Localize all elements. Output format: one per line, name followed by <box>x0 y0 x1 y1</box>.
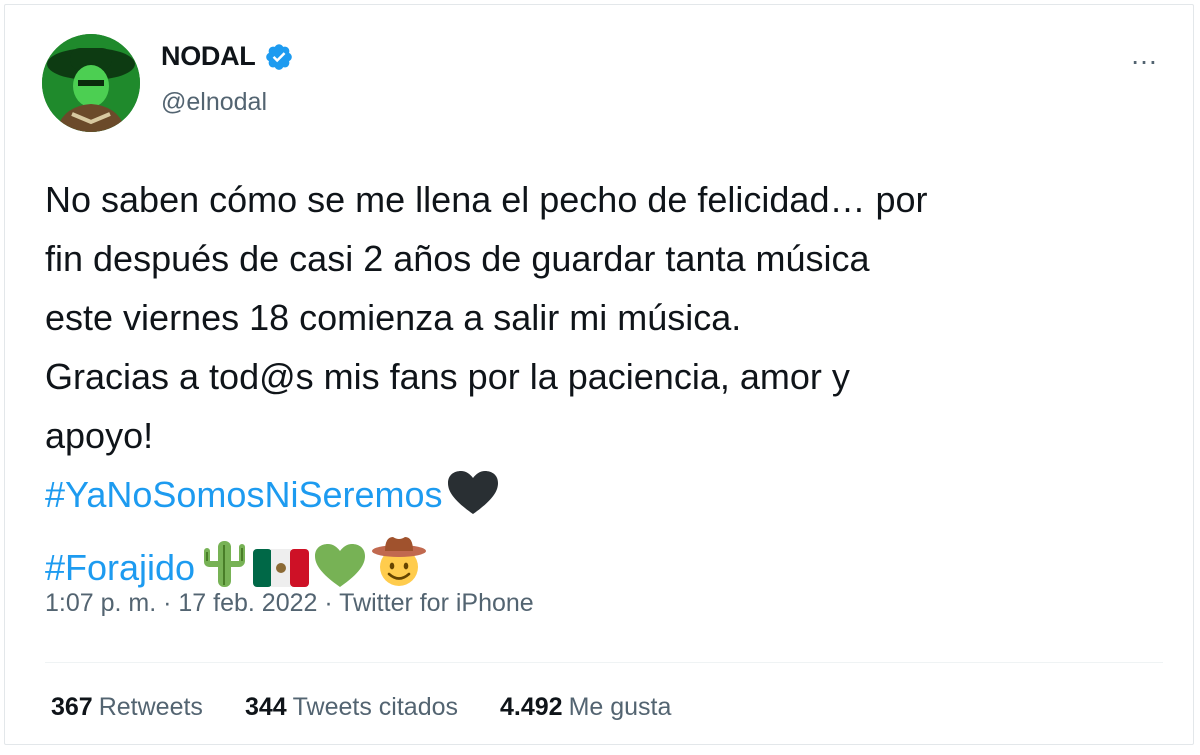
name-row: NODAL <box>161 41 294 72</box>
quote-tweets-count: 344 <box>244 693 287 721</box>
more-options-icon[interactable]: … <box>1130 41 1159 69</box>
user-handle[interactable]: @elnodal <box>161 88 267 117</box>
meta-separator: · <box>156 589 179 617</box>
display-name[interactable]: NODAL <box>161 41 256 72</box>
tweet-line: este viernes 18 comienza a salir mi músi… <box>45 297 742 338</box>
tweet-line: Gracias a tod@s mis fans por la pacienci… <box>45 356 850 397</box>
likes-label: Me gusta <box>568 693 672 721</box>
tweet-line: No saben cómo se me llena el pecho de fe… <box>45 179 928 220</box>
quote-tweets-label: Tweets citados <box>292 693 459 721</box>
hashtag-line: #YaNoSomosNiSeremos <box>45 465 1175 533</box>
retweets-count: 367 <box>51 693 93 721</box>
tweet-line: fin después de casi 2 años de guardar ta… <box>45 238 870 279</box>
tweet-card: NODAL @elnodal … No saben cómo se me lle… <box>4 4 1194 745</box>
retweets-stat[interactable]: 367 Retweets <box>51 693 203 722</box>
likes-count: 4.492 <box>500 693 563 721</box>
likes-stat[interactable]: 4.492 Me gusta <box>500 693 671 722</box>
hashtag-link[interactable]: #Forajido <box>45 547 195 588</box>
tweet-time[interactable]: 1:07 p. m. <box>45 589 156 617</box>
tweet-text: No saben cómo se me llena el pecho de fe… <box>45 170 1175 606</box>
verified-badge-icon <box>265 43 292 70</box>
divider <box>45 662 1163 663</box>
retweets-label: Retweets <box>98 693 203 721</box>
tweet-line: apoyo! <box>45 415 154 456</box>
tweet-date[interactable]: 17 feb. 2022 <box>178 589 317 617</box>
hashtag-link[interactable]: #YaNoSomosNiSeremos <box>45 474 443 515</box>
black-heart-icon <box>447 470 499 533</box>
engagement-stats: 367 Retweets 344 Tweets citados 4.492 Me gu… <box>51 693 713 722</box>
tweet-source[interactable]: Twitter for iPhone <box>339 589 534 617</box>
quote-tweets-stat[interactable]: 344 Tweets citados <box>245 693 458 722</box>
avatar[interactable] <box>42 34 140 132</box>
tweet-metadata: 1:07 p. m. · 17 feb. 2022 · Twitter for … <box>45 589 534 618</box>
meta-separator: · <box>317 589 340 617</box>
